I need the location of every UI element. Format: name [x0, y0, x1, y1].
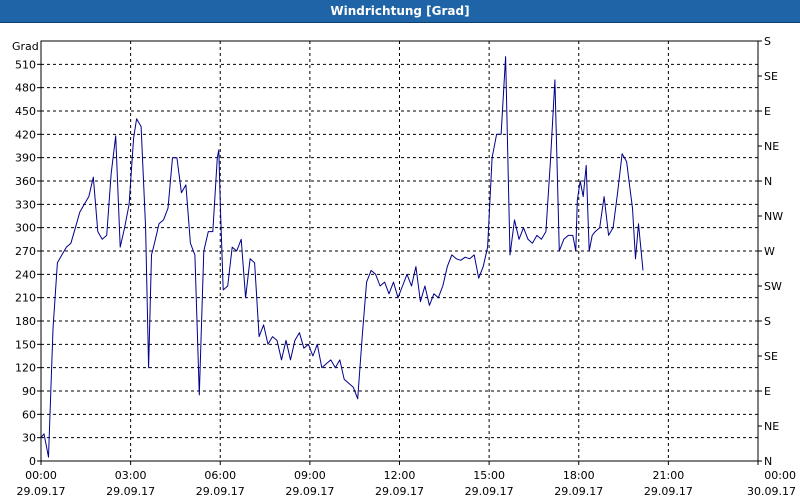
y-tick-label: 330 — [15, 198, 36, 211]
chart-area: 0 30 60 90 120 150 180 210 240 270 300 330 360 390 420… — [12, 35, 796, 498]
y-right-tick-label: NW — [764, 210, 783, 223]
x-tick-time-label: 21:00 — [653, 469, 685, 482]
x-axis: 00:00 29.09.17 03:00 29.09.17 06:00 29.09.17 0… — [17, 461, 796, 498]
y-right-tick-label: E — [764, 105, 771, 118]
y-right-tick-label: NE — [764, 420, 779, 433]
x-tick-date-label: 29.09.17 — [375, 485, 424, 498]
y-right-tick-label: SE — [764, 350, 778, 363]
y-tick-label: 240 — [15, 268, 36, 281]
y-right-tick-label: NE — [764, 140, 779, 153]
y-right-tick-label: E — [764, 385, 771, 398]
y-tick-label: 120 — [15, 362, 36, 375]
x-tick-time-label: 15:00 — [473, 469, 505, 482]
y-tick-label: 210 — [15, 292, 36, 305]
y-right-tick-label: SE — [764, 70, 778, 83]
x-tick-date-label: 29.09.17 — [285, 485, 334, 498]
x-tick-time-label: 18:00 — [563, 469, 595, 482]
y-right-tick-label: N — [764, 455, 772, 468]
x-tick-time-label: 00:00 — [25, 469, 57, 482]
y-right-tick-label: W — [764, 245, 775, 258]
x-tick-date-label: 29.09.17 — [644, 485, 693, 498]
x-tick-time-label: 00:00 — [764, 469, 796, 482]
y-tick-label: 30 — [22, 432, 36, 445]
x-tick-time-label: 06:00 — [204, 469, 236, 482]
x-tick-date-label: 29.09.17 — [196, 485, 245, 498]
y-tick-label: 270 — [15, 245, 36, 258]
y-right-tick-label: S — [764, 315, 771, 328]
y-tick-label: 300 — [15, 222, 36, 235]
x-tick-date-label: 29.09.17 — [17, 485, 66, 498]
x-tick-date-label: 30.09.17 — [747, 485, 796, 498]
y-right-tick-label: SW — [764, 280, 782, 293]
x-tick-time-label: 03:00 — [115, 469, 147, 482]
y-tick-label: 450 — [15, 105, 36, 118]
y-right-tick-label: N — [764, 175, 772, 188]
y-tick-label: 90 — [22, 385, 36, 398]
y-axis: 0 30 60 90 120 150 180 210 240 270 300 330 360 390 420… — [15, 58, 41, 468]
y-tick-label: 180 — [15, 315, 36, 328]
x-tick-date-label: 29.09.17 — [465, 485, 514, 498]
x-tick-date-label: 29.09.17 — [554, 485, 603, 498]
x-tick-time-label: 12:00 — [384, 469, 416, 482]
y-right-tick-label: S — [764, 35, 771, 48]
x-tick-time-label: 09:00 — [294, 469, 326, 482]
y-tick-label: 480 — [15, 82, 36, 95]
y-tick-label: 60 — [22, 408, 36, 421]
y-tick-label: 390 — [15, 152, 36, 165]
y-axis-title: Grad — [12, 40, 39, 53]
x-tick-date-label: 29.09.17 — [106, 485, 155, 498]
y-tick-label: 510 — [15, 58, 36, 71]
y-axis-right: N NE E SE S SW W NW N NE E SE S — [758, 35, 783, 468]
y-tick-label: 420 — [15, 128, 36, 141]
y-tick-label: 150 — [15, 338, 36, 351]
y-tick-label: 360 — [15, 175, 36, 188]
y-tick-label: 0 — [29, 455, 36, 468]
